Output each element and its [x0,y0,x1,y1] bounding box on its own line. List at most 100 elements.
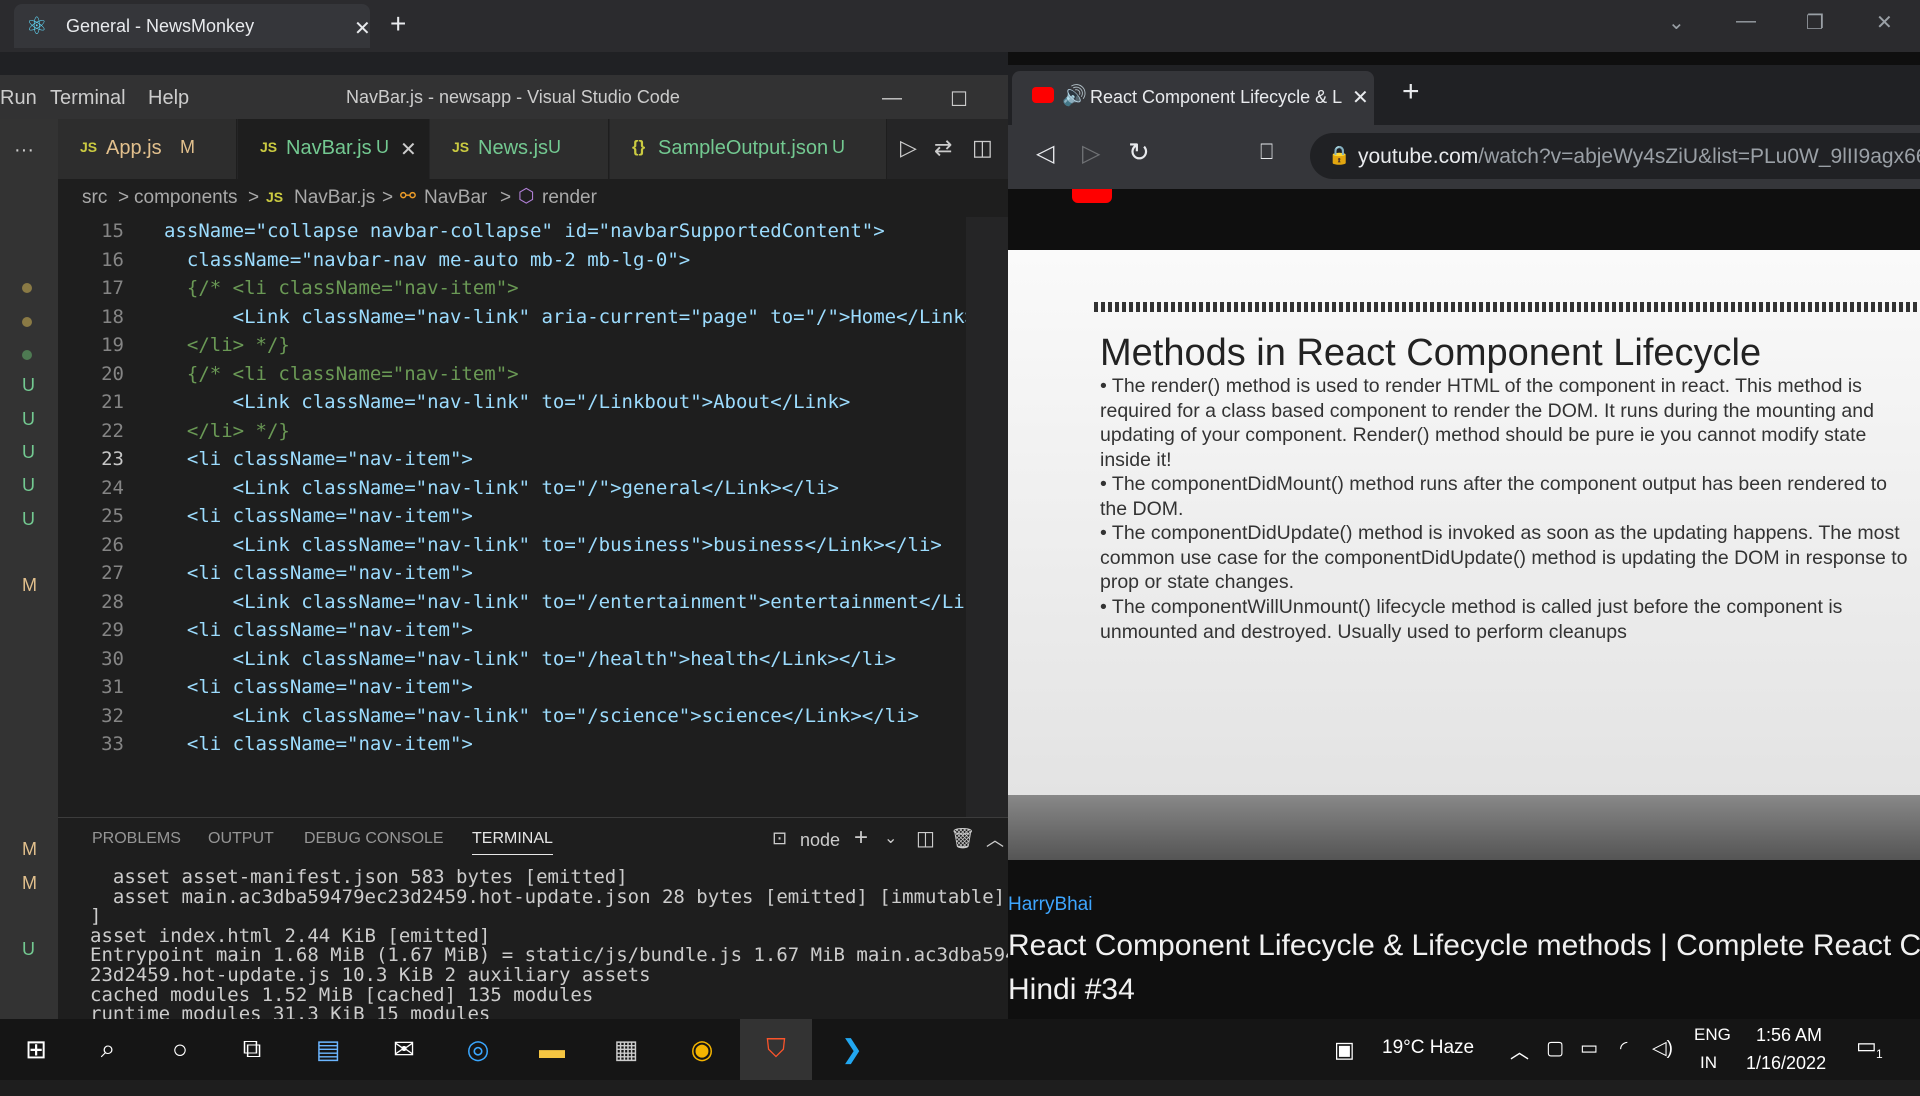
code-line[interactable]: 25 <li className="nav-item"> [58,502,958,531]
store-icon[interactable]: ▦ [606,1029,646,1069]
new-tab-button[interactable]: + [390,8,406,40]
tab-search-icon[interactable]: ⌄ [1668,10,1685,35]
panel-tab-terminal[interactable]: TERMINAL [472,830,553,855]
code-line[interactable]: 29 <li className="nav-item"> [58,616,958,645]
brave-icon[interactable]: ⛉ [756,1029,796,1069]
breadcrumb-file[interactable]: NavBar.js [294,187,375,209]
video-player[interactable]: Methods in React Component Lifecycle • T… [1008,250,1920,860]
lock-icon[interactable]: 🔒 [1328,145,1350,166]
source-control-diff-icon[interactable]: ⇄ [934,135,952,161]
breadcrumb-class[interactable]: NavBar [424,187,487,209]
search-icon[interactable]: ⌕ [88,1029,128,1069]
code-line[interactable]: 23 <li className="nav-item"> [58,445,958,474]
address-bar[interactable]: 🔒 youtube.com/watch?v=abjeWy4sZiU&list=P… [1310,133,1920,179]
split-terminal-icon[interactable]: ◫ [916,826,935,851]
menu-terminal[interactable]: Terminal [50,87,126,110]
chevron-up-icon[interactable]: ︿ [986,826,1004,852]
trash-icon[interactable]: 🗑 [950,826,975,851]
js-file-icon: JS [266,189,284,205]
vscode-icon[interactable]: ❯ [832,1029,872,1069]
more-actions-icon[interactable]: ··· [14,139,34,162]
battery-icon[interactable]: ▭ [1580,1037,1598,1060]
cortana-icon[interactable]: ○ [160,1029,200,1069]
code-line[interactable]: 27 <li className="nav-item"> [58,559,958,588]
close-tab-icon[interactable]: ✕ [1352,85,1369,110]
panel-tab-output[interactable]: OUTPUT [208,830,274,848]
minimize-button[interactable]: — [1736,10,1756,33]
code-line[interactable]: 17 {/* <li className="nav-item"> [58,274,958,303]
breadcrumb-method[interactable]: render [542,187,597,209]
code-line[interactable]: 28 <Link className="nav-link" to="/enter… [58,588,976,617]
new-tab-button[interactable]: + [1402,75,1420,109]
channel-name[interactable]: HarryBhai [1008,894,1092,916]
edge-icon[interactable]: ◎ [458,1029,498,1069]
language-bottom[interactable]: IN [1700,1053,1717,1073]
code-line[interactable]: 22 </li> */} [58,417,958,446]
file-explorer-icon[interactable]: ▬ [532,1029,572,1069]
language-top[interactable]: ENG [1694,1025,1731,1045]
code-editor[interactable]: 15 assName="collapse navbar-collapse" id=… [58,217,1008,817]
chevron-down-icon[interactable]: ⌄ [884,828,897,848]
breadcrumb-src[interactable]: src [82,187,107,209]
panel-tab-debug-console[interactable]: DEBUG CONSOLE [304,830,444,848]
tab-sampleoutput-json[interactable]: {} SampleOutput.json U [610,119,887,179]
code-line[interactable]: 16 className="navbar-nav me-auto mb-2 mb… [58,246,958,275]
code-line[interactable]: 20 {/* <li className="nav-item"> [58,360,958,389]
back-icon[interactable]: ◁ [1036,139,1054,168]
code-line[interactable]: 33 <li className="nav-item"> [58,730,958,759]
code-line[interactable]: 26 <Link className="nav-link" to="/busin… [58,531,958,560]
forward-icon[interactable]: ▷ [1082,139,1100,168]
clock-date[interactable]: 1/16/2022 [1746,1053,1826,1074]
line-number: 24 [101,476,124,499]
menu-help[interactable]: Help [148,87,189,110]
code-line[interactable]: 18 <Link className="nav-link" aria-curre… [58,303,976,332]
speaker-icon[interactable]: 🔊 [1062,83,1087,108]
control-panel-icon[interactable]: ▤ [308,1029,348,1069]
panel-tab-problems[interactable]: PROBLEMS [92,830,181,848]
code-line[interactable]: 32 <Link className="nav-link" to="/scien… [58,702,958,731]
reload-icon[interactable]: ↻ [1128,137,1150,168]
chrome-icon[interactable]: ◉ [682,1029,722,1069]
tab-youtube[interactable]: 🔊 React Component Lifecycle & L ✕ [1012,71,1374,125]
clock-time[interactable]: 1:56 AM [1756,1025,1822,1046]
minimize-button[interactable]: — [882,87,902,110]
minimap[interactable] [966,217,1008,817]
new-terminal-icon[interactable]: + [854,824,868,852]
code-line[interactable]: 19 </li> */} [58,331,958,360]
code-line[interactable]: 15 assName="collapse navbar-collapse" id=… [58,217,958,246]
split-editor-icon[interactable]: ◫ [972,135,993,161]
windows-start-icon[interactable]: ⊞ [16,1029,56,1069]
chevron-up-icon[interactable]: ︿ [1510,1037,1529,1064]
task-view-icon[interactable]: ⧉ [232,1029,272,1069]
vscode-window: Run Terminal Help NavBar.js - newsapp - … [0,75,1008,1095]
youtube-logo[interactable] [1072,189,1112,203]
code-line[interactable]: 30 <Link className="nav-link" to="/healt… [58,645,958,674]
bookmark-icon[interactable]: ⎕ [1260,139,1273,165]
git-status-badge: U [22,939,35,959]
close-window-button[interactable]: ✕ [1876,10,1893,35]
close-tab-icon[interactable]: ✕ [400,137,417,162]
code-line[interactable]: 21 <Link className="nav-link" to="/Linkb… [58,388,958,417]
tab-newsmonkey[interactable]: ⚛ General - NewsMonkey ✕ [14,4,371,48]
close-tab-icon[interactable]: ✕ [354,16,371,41]
volume-icon[interactable]: ◁) [1652,1037,1673,1060]
maximize-button[interactable]: ☐ [950,87,968,112]
code-line[interactable]: 31 <li className="nav-item"> [58,673,958,702]
notification-icon[interactable]: ▭ [1856,1033,1877,1059]
run-icon[interactable]: ▷ [900,135,917,161]
meet-icon[interactable]: ▢ [1546,1037,1564,1060]
code-text: <Link className="nav-link" aria-current=… [164,305,977,328]
restore-button[interactable]: ❐ [1806,10,1824,35]
wifi-icon[interactable]: ◜ [1620,1037,1627,1060]
weather-icon[interactable]: ▣ [1334,1037,1355,1063]
slide-bullet: • The render() method is used to render … [1100,375,1874,471]
code-line[interactable]: 24 <Link className="nav-link" to="/">gen… [58,474,958,503]
tab-app-js[interactable]: JS App.js M [58,119,237,179]
menu-run[interactable]: Run [0,87,37,110]
shell-name[interactable]: node [800,830,840,851]
weather-text[interactable]: 19°C Haze [1382,1037,1474,1059]
tab-news-js[interactable]: JS News.js U [430,119,609,179]
tab-navbar-js[interactable]: JS NavBar.js U ✕ [238,119,429,179]
breadcrumb-components[interactable]: components [134,187,238,209]
mail-icon[interactable]: ✉ [384,1029,424,1069]
